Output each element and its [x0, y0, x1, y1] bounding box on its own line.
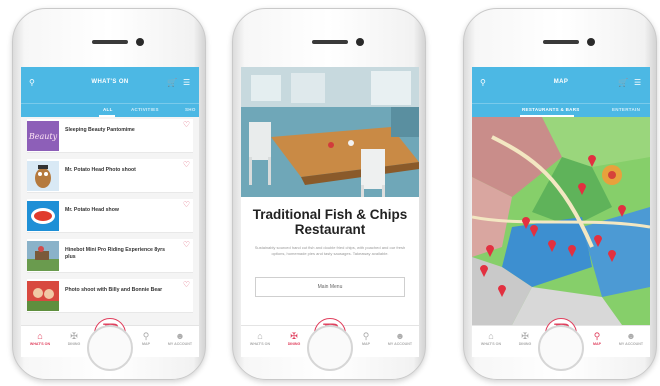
tab-all[interactable]: ALL	[103, 107, 113, 112]
home-button[interactable]	[307, 325, 353, 371]
account-icon: ☻	[626, 331, 636, 341]
nav-whats-on[interactable]: ⌂ WHAT'S ON	[245, 330, 275, 346]
header-bar: ⚲ MAP 🛒 ☰	[472, 67, 650, 103]
tab-restaurants-bars[interactable]: RESTAURANTS & BARS	[522, 107, 580, 112]
event-thumbnail	[27, 241, 59, 271]
event-title: Hinebot Mini Pro Riding Experience 8yrs …	[65, 247, 166, 260]
nav-account[interactable]: ☻ MY ACCOUNT	[616, 330, 646, 346]
nav-whats-on[interactable]: ⌂ WHAT'S ON	[476, 330, 506, 346]
nav-dining[interactable]: ✠ DINING	[279, 330, 309, 346]
home-icon: ⌂	[488, 331, 494, 341]
screen: Traditional Fish & Chips Restaurant Sust…	[241, 67, 419, 357]
events-list: Beauty Sleeping Beauty Pantomime ♡ Mr. P…	[21, 117, 199, 325]
screen: ⚲ WHAT'S ON 🛒 ☰ ALL ACTIVITIES SHO Beaut…	[21, 67, 199, 357]
list-item[interactable]: Mr. Potato Head Photo shoot ♡	[27, 159, 193, 193]
nav-map[interactable]: ⚲ MAP	[351, 330, 381, 346]
heart-icon[interactable]: ♡	[183, 281, 190, 289]
account-icon: ☻	[175, 331, 185, 341]
tab-entertainment[interactable]: ENTERTAIN	[612, 107, 640, 112]
dining-icon: ✠	[70, 331, 78, 341]
event-thumbnail: Beauty	[27, 121, 59, 151]
nav-account[interactable]: ☻ MY ACCOUNT	[385, 330, 415, 346]
nav-whats-on[interactable]: ⌂ WHAT'S ON	[25, 330, 55, 346]
map-icon: ⚲	[142, 331, 150, 341]
event-thumbnail	[27, 161, 59, 191]
dining-icon: ✠	[290, 331, 298, 341]
restaurant-title: Traditional Fish & Chips Restaurant	[252, 207, 408, 237]
nav-map[interactable]: ⚲ MAP	[131, 330, 161, 346]
home-button[interactable]	[538, 325, 584, 371]
speaker-grille	[92, 40, 128, 44]
nav-map[interactable]: ⚲ MAP	[582, 330, 612, 346]
list-item[interactable]: Beauty Sleeping Beauty Pantomime ♡	[27, 119, 193, 153]
list-item[interactable]: Photo shoot with Billy and Bonnie Bear ♡	[27, 279, 193, 313]
heart-icon[interactable]: ♡	[183, 161, 190, 169]
menu-icon[interactable]: ☰	[183, 79, 190, 87]
map-icon: ⚲	[593, 331, 601, 341]
event-thumbnail	[27, 201, 59, 231]
heart-icon[interactable]: ♡	[183, 121, 190, 129]
map-icon: ⚲	[362, 331, 370, 341]
list-item[interactable]: Hinebot Mini Pro Riding Experience 8yrs …	[27, 239, 193, 273]
event-title: Photo shoot with Billy and Bonnie Bear	[65, 287, 163, 293]
dining-icon: ✠	[521, 331, 529, 341]
main-menu-button[interactable]: Main Menu	[255, 277, 405, 297]
tab-activities[interactable]: ACTIVITIES	[131, 107, 159, 112]
event-title: Mr. Potato Head show	[65, 207, 119, 213]
screen: ⚲ MAP 🛒 ☰ RESTAURANTS & BARS ENTERTAIN ⌂…	[472, 67, 650, 357]
menu-icon[interactable]: ☰	[634, 79, 641, 87]
event-title: Mr. Potato Head Photo shoot	[65, 167, 136, 173]
cart-icon[interactable]: 🛒	[618, 79, 628, 87]
phone-map: ⚲ MAP 🛒 ☰ RESTAURANTS & BARS ENTERTAIN ⌂…	[463, 8, 657, 380]
list-item[interactable]: Mr. Potato Head show ♡	[27, 199, 193, 233]
header-bar: ⚲ WHAT'S ON 🛒 ☰	[21, 67, 199, 103]
phone-whats-on: ⚲ WHAT'S ON 🛒 ☰ ALL ACTIVITIES SHO Beaut…	[12, 8, 206, 380]
home-icon: ⌂	[37, 331, 43, 341]
cart-icon[interactable]: 🛒	[167, 79, 177, 87]
front-camera	[356, 38, 364, 46]
heart-icon[interactable]: ♡	[183, 241, 190, 249]
tab-shows[interactable]: SHO	[185, 107, 196, 112]
svg-text:Beauty: Beauty	[28, 132, 58, 141]
front-camera	[136, 38, 144, 46]
heart-icon[interactable]: ♡	[183, 201, 190, 209]
event-thumbnail	[27, 281, 59, 311]
front-camera	[587, 38, 595, 46]
speaker-grille	[312, 40, 348, 44]
nav-dining[interactable]: ✠ DINING	[59, 330, 89, 346]
home-icon: ⌂	[257, 331, 263, 341]
event-title: Sleeping Beauty Pantomime	[65, 127, 135, 133]
account-icon: ☻	[395, 331, 405, 341]
home-button[interactable]	[87, 325, 133, 371]
filter-tabs: ALL ACTIVITIES SHO	[21, 103, 199, 117]
restaurant-description: Sustainably sourced hand cut fish and do…	[254, 245, 406, 256]
speaker-grille	[543, 40, 579, 44]
park-map[interactable]	[472, 117, 650, 325]
map-filter-tabs: RESTAURANTS & BARS ENTERTAIN	[472, 103, 650, 117]
nav-account[interactable]: ☻ MY ACCOUNT	[165, 330, 195, 346]
nav-dining[interactable]: ✠ DINING	[510, 330, 540, 346]
phone-restaurant: Traditional Fish & Chips Restaurant Sust…	[232, 8, 426, 380]
restaurant-photo	[241, 67, 419, 197]
